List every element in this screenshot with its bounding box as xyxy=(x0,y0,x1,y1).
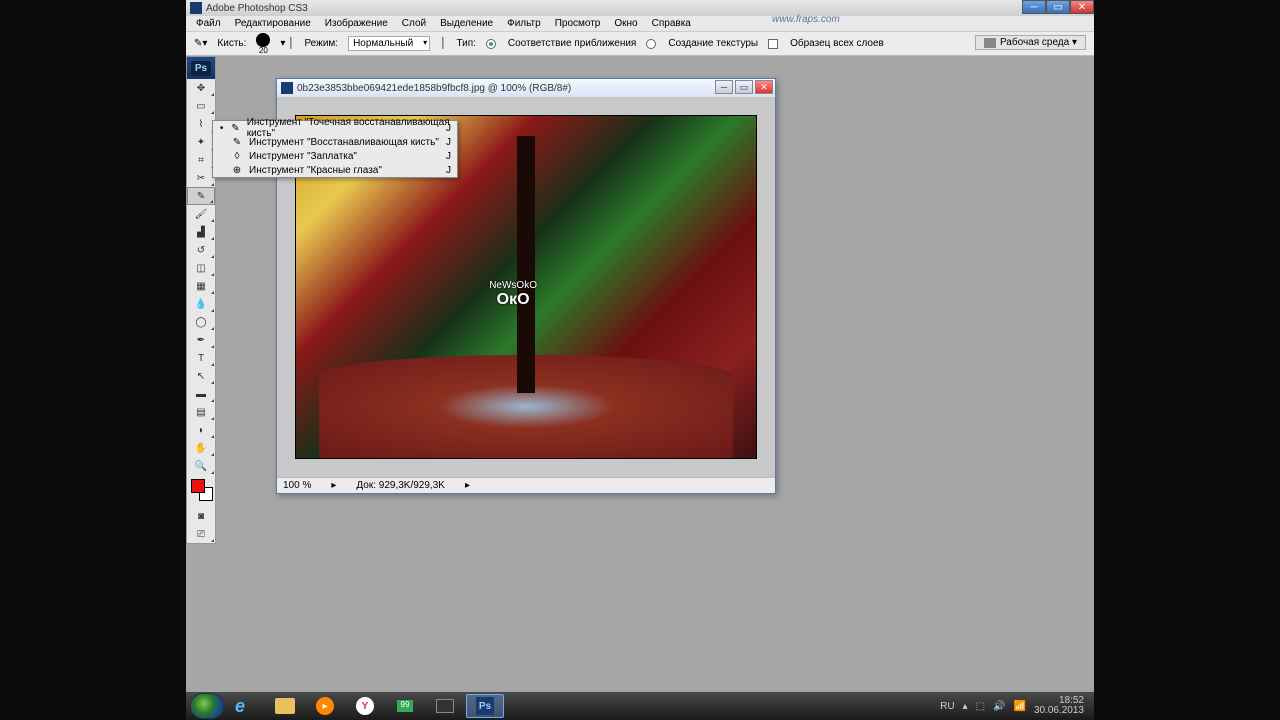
tool-icon: ✎▾ xyxy=(194,38,207,49)
watermark: NeWsOkO ОкО xyxy=(489,280,537,309)
eraser-tool[interactable]: ◫ xyxy=(187,259,215,277)
app-titlebar: Adobe Photoshop CS3 ─ ▭ ✕ xyxy=(186,0,1094,16)
workspace-button[interactable]: Рабочая среда ▾ xyxy=(975,35,1086,50)
lang-indicator[interactable]: RU xyxy=(940,701,954,712)
menu-image[interactable]: Изображение xyxy=(319,17,394,30)
path-tool[interactable]: ↖ xyxy=(187,367,215,385)
type-radio-texture[interactable] xyxy=(646,39,656,49)
mode-dropdown[interactable]: Нормальный xyxy=(348,36,430,51)
fraps-watermark: www.fraps.com xyxy=(772,14,840,25)
healing-brush-tool[interactable]: ✎ xyxy=(187,187,215,205)
dodge-tool[interactable]: ◯ xyxy=(187,313,215,331)
shape-tool[interactable]: ▬ xyxy=(187,385,215,403)
taskbar-ie[interactable]: e xyxy=(226,694,264,718)
taskbar-explorer[interactable] xyxy=(266,694,304,718)
lasso-tool[interactable]: ⌇ xyxy=(187,115,215,133)
toolbox-header[interactable]: Ps xyxy=(187,57,215,79)
screenmode-tool[interactable]: ⎚ xyxy=(187,525,215,543)
gradient-tool[interactable]: ▦ xyxy=(187,277,215,295)
taskbar-wmp[interactable]: ▸ xyxy=(306,694,344,718)
healing-tool-flyout: •✎Инструмент "Точечная восстанавливающая… xyxy=(212,120,458,178)
fg-bg-colors[interactable] xyxy=(187,477,215,505)
menu-filter[interactable]: Фильтр xyxy=(501,17,547,30)
taskbar-yandex[interactable]: Y xyxy=(346,694,384,718)
type-radio-proximity[interactable] xyxy=(486,39,496,49)
clock[interactable]: 18:52 30.06.2013 xyxy=(1034,696,1084,716)
menu-bar: Файл Редактирование Изображение Слой Выд… xyxy=(186,16,1094,32)
start-button[interactable] xyxy=(190,693,224,719)
doc-close-button[interactable]: ✕ xyxy=(755,80,773,94)
document-titlebar[interactable]: 0b23e3853bbe069421ede1858b9fbcf8.jpg @ 1… xyxy=(277,79,775,97)
minimize-button[interactable]: ─ xyxy=(1022,0,1046,14)
tray-sound-icon[interactable]: 🔊 xyxy=(993,701,1005,712)
type-label: Тип: xyxy=(456,38,475,49)
app-title: Adobe Photoshop CS3 xyxy=(206,3,308,14)
marquee-tool[interactable]: ▭ xyxy=(187,97,215,115)
stamp-tool[interactable]: ▟ xyxy=(187,223,215,241)
blur-tool[interactable]: 💧 xyxy=(187,295,215,313)
type-tool[interactable]: T xyxy=(187,349,215,367)
zoom-level[interactable]: 100 % xyxy=(283,480,311,491)
taskbar-app[interactable]: 99 xyxy=(386,694,424,718)
brush-preset[interactable]: 20 xyxy=(256,33,270,55)
menu-edit[interactable]: Редактирование xyxy=(229,17,317,30)
flyout-patch[interactable]: ◊Инструмент "Заплатка"J xyxy=(213,149,457,163)
eyedropper-tool[interactable]: ◗ xyxy=(187,421,215,439)
doc-minimize-button[interactable]: ─ xyxy=(715,80,733,94)
hand-tool[interactable]: ✋ xyxy=(187,439,215,457)
ps-logo-icon xyxy=(190,2,202,14)
document-statusbar: 100 % ▸ Док: 929,3K/929,3K ▸ xyxy=(277,477,775,493)
doc-icon xyxy=(281,82,293,94)
taskbar-photoshop[interactable]: Ps xyxy=(466,694,504,718)
menu-layer[interactable]: Слой xyxy=(396,17,432,30)
brush-label: Кисть: xyxy=(217,38,246,49)
tray-battery-icon[interactable]: 📶 xyxy=(1013,701,1025,712)
slice-tool[interactable]: ✂ xyxy=(187,169,215,187)
brush-tool[interactable]: 🖌 xyxy=(187,205,215,223)
options-bar: ✎▾ Кисть: 20 ▾ │ Режим: Нормальный │ Тип… xyxy=(186,32,1094,56)
move-tool[interactable]: ✥ xyxy=(187,79,215,97)
windows-taskbar: e ▸ Y 99 Ps RU ▴ ⬚ 🔊 📶 18:52 30.06.2013 xyxy=(186,692,1094,720)
menu-view[interactable]: Просмотр xyxy=(549,17,607,30)
document-title: 0b23e3853bbe069421ede1858b9fbcf8.jpg @ 1… xyxy=(297,83,571,94)
tray-network-icon[interactable]: ⬚ xyxy=(976,701,985,712)
mode-label: Режим: xyxy=(304,38,338,49)
flyout-spot-healing[interactable]: •✎Инструмент "Точечная восстанавливающая… xyxy=(213,121,457,135)
taskbar-cmd[interactable] xyxy=(426,694,464,718)
pen-tool[interactable]: ✒ xyxy=(187,331,215,349)
history-brush-tool[interactable]: ↺ xyxy=(187,241,215,259)
zoom-tool[interactable]: 🔍 xyxy=(187,457,215,475)
quickmask-tool[interactable]: ◙ xyxy=(187,507,215,525)
doc-size: Док: 929,3K/929,3K xyxy=(356,480,445,491)
maximize-button[interactable]: ▭ xyxy=(1046,0,1070,14)
menu-select[interactable]: Выделение xyxy=(434,17,499,30)
crop-tool[interactable]: ⌗ xyxy=(187,151,215,169)
notes-tool[interactable]: ▤ xyxy=(187,403,215,421)
wand-tool[interactable]: ✦ xyxy=(187,133,215,151)
menu-help[interactable]: Справка xyxy=(646,17,697,30)
tray-flag-icon[interactable]: ▴ xyxy=(963,701,968,712)
flyout-healing-brush[interactable]: ✎Инструмент "Восстанавливающая кисть"J xyxy=(213,135,457,149)
menu-window[interactable]: Окно xyxy=(608,17,643,30)
system-tray: RU ▴ ⬚ 🔊 📶 18:52 30.06.2013 xyxy=(940,696,1090,716)
sample-all-checkbox[interactable] xyxy=(768,39,778,49)
flyout-redeye[interactable]: ⊕Инструмент "Красные глаза"J xyxy=(213,163,457,177)
menu-file[interactable]: Файл xyxy=(190,17,227,30)
close-button[interactable]: ✕ xyxy=(1070,0,1094,14)
doc-maximize-button[interactable]: ▭ xyxy=(735,80,753,94)
